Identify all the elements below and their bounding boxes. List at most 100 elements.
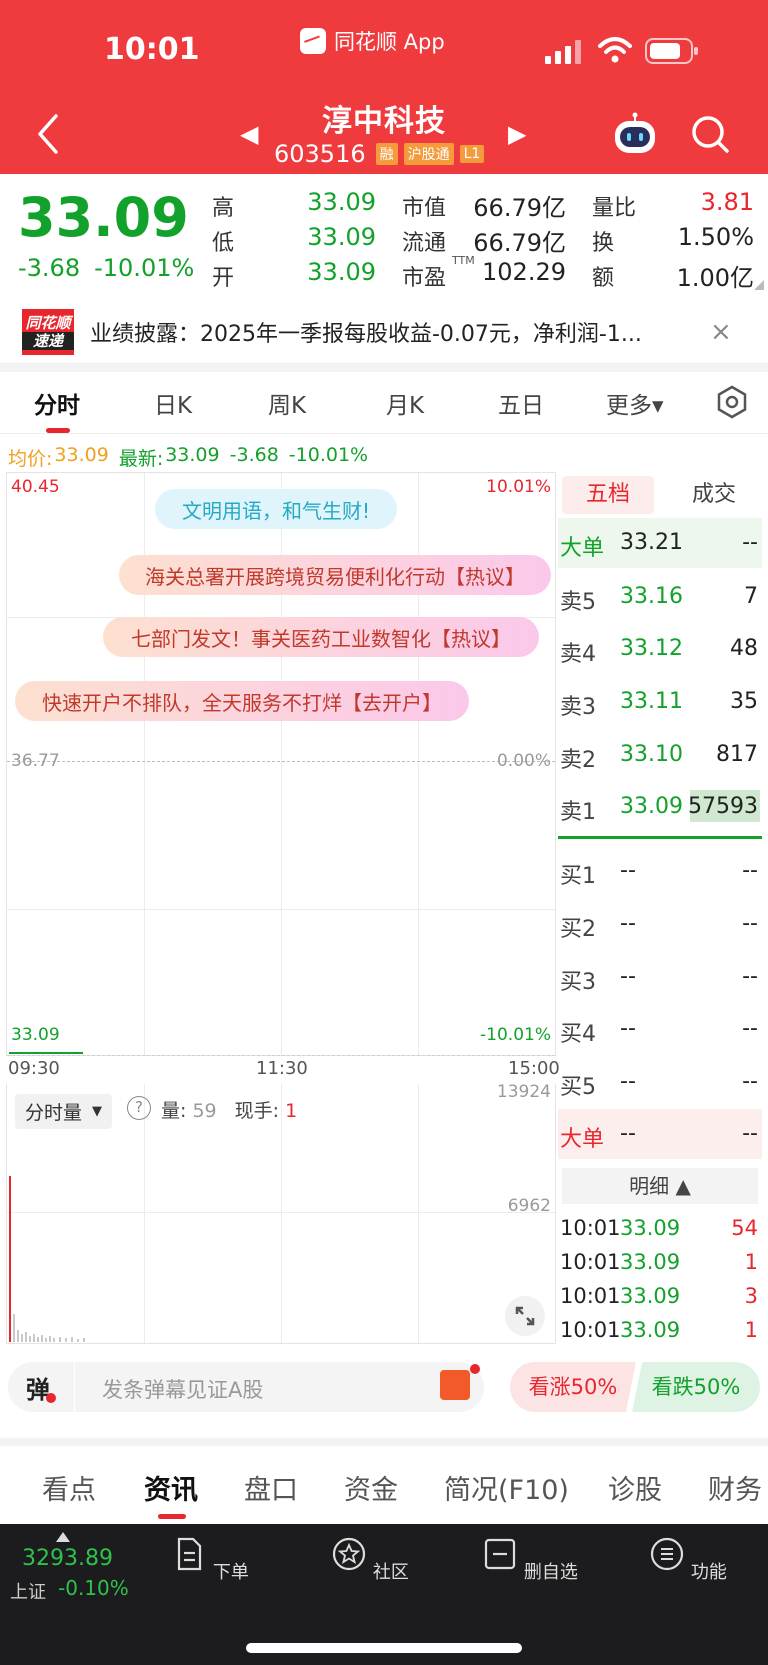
big-order-sell-row[interactable]: 大单 33.21 -- [558, 518, 762, 568]
volume-type-dropdown[interactable]: 分时量 ▼ [15, 1094, 113, 1129]
quote-panel[interactable]: 33.09 -3.68 -10.01% 高 33.09 低 33.09 开 33… [0, 174, 768, 300]
tab-more[interactable]: 更多▾ [606, 386, 664, 420]
previous-stock-arrow[interactable]: ◀ [240, 120, 258, 148]
ask-row-5[interactable]: 卖5 33.16 7 [558, 572, 762, 622]
ask-row-3[interactable]: 卖3 33.11 35 [558, 677, 762, 727]
trade-detail-toggle[interactable]: 明细 ▲ [562, 1168, 758, 1204]
danmu-bubble[interactable]: 快速开户不排队，全天服务不打烊【去开户】 [15, 681, 469, 721]
nav-functions-button[interactable]: 功能 [628, 1536, 748, 1584]
expand-corner-icon[interactable] [754, 280, 764, 290]
help-icon[interactable]: ? [127, 1096, 151, 1120]
pct-axis-bottom: -10.01% [480, 1025, 551, 1045]
trade-volume: 3 [744, 1284, 758, 1308]
bid-price: -- [620, 1016, 636, 1041]
danmu-toggle-icon[interactable]: 弹 [26, 1370, 56, 1405]
tab-intraday[interactable]: 分时 [34, 386, 80, 420]
tab-weekly-k[interactable]: 周K [268, 386, 306, 420]
tab-monthly-k[interactable]: 月K [386, 386, 424, 420]
notification-dot [470, 1364, 480, 1374]
level-tag: L1 [459, 145, 485, 163]
hexagon-settings-icon[interactable] [714, 384, 750, 420]
ask-price: 33.10 [620, 742, 683, 767]
nav-order-button[interactable]: 下单 [150, 1536, 270, 1584]
bid-row-1[interactable]: 买1 -- -- [558, 846, 762, 896]
volume-bars [13, 1314, 85, 1342]
bid-row-5[interactable]: 买5 -- -- [558, 1057, 762, 1107]
trade-volume: 54 [731, 1216, 758, 1240]
pct-axis-mid: 0.00% [496, 751, 551, 771]
time-axis-noon: 11:30 [256, 1058, 308, 1079]
bullish-vote-button[interactable]: 看涨50% [510, 1362, 636, 1412]
tab-daily-k[interactable]: 日K [154, 386, 192, 420]
big-order-price: 33.21 [620, 530, 683, 555]
danmu-bubble[interactable]: 海关总署开展跨境贸易便利化行动【热议】 [119, 555, 551, 595]
tab-diagnosis[interactable]: 诊股 [608, 1468, 662, 1507]
high-value: 33.09 [307, 188, 376, 216]
volume-chart[interactable]: 分时量 ▼ ? 量: 59 现手: 1 13924 6962 [6, 1082, 556, 1344]
trade-volume: 1 [744, 1318, 758, 1342]
tab-funds[interactable]: 资金 [344, 1468, 398, 1507]
bid-row-2[interactable]: 买2 -- -- [558, 899, 762, 949]
fullscreen-expand-icon[interactable] [505, 1296, 545, 1336]
order-book-tabs: 五档 成交 [558, 472, 762, 518]
tab-order-flow[interactable]: 盘口 [244, 1468, 298, 1507]
news-banner[interactable]: 同花顺 速递 业绩披露：2025年一季报每股收益-0.07元，净利润-1... … [0, 300, 768, 364]
bid-label: 买1 [560, 864, 596, 889]
divider [74, 1362, 75, 1412]
bid-row-3[interactable]: 买3 -- -- [558, 952, 762, 1002]
ask-volume: 57593 [688, 794, 758, 819]
ask-row-1[interactable]: 卖1 33.09 57593 [558, 782, 762, 832]
close-icon[interactable]: × [710, 317, 732, 347]
trade-volume: 1 [744, 1250, 758, 1274]
stock-header: 10:01 同花顺 App 淳中科技 ◀ ▶ 603516 融 沪股通 L1 [0, 0, 768, 174]
ask-volume: 7 [744, 584, 758, 609]
star-circle-icon [333, 1537, 366, 1571]
trade-time: 10:01 [560, 1250, 621, 1274]
bid-volume: -- [742, 1069, 758, 1094]
bearish-vote-button[interactable]: 看跌50% [632, 1362, 760, 1412]
danmu-input-bar[interactable]: 弹 发条弹幕见证A股 [8, 1362, 484, 1412]
chart-tabs: 分时 日K 周K 月K 五日 更多▾ [0, 372, 768, 434]
news-headline[interactable]: 业绩披露：2025年一季报每股收益-0.07元，净利润-1... [90, 316, 700, 348]
y-axis-bottom: 33.09 [11, 1025, 60, 1045]
index-value[interactable]: 3293.89 [22, 1546, 113, 1571]
bid-label: 买5 [560, 1075, 596, 1100]
latest-label: 最新: [118, 448, 164, 470]
order-book: 五档 成交 大单 33.21 -- 卖5 33.16 7 卖4 33.12 48… [558, 472, 762, 1342]
home-indicator[interactable] [246, 1643, 522, 1653]
search-icon[interactable] [690, 114, 730, 154]
tab-highlights[interactable]: 看点 [42, 1468, 96, 1507]
tab-financials[interactable]: 财务 [708, 1468, 762, 1507]
danmu-input-placeholder[interactable]: 发条弹幕见证A股 [102, 1374, 263, 1404]
amount-label: 额 [592, 266, 615, 291]
ask-row-4[interactable]: 卖4 33.12 48 [558, 624, 762, 674]
tab-trades[interactable]: 成交 [668, 476, 760, 514]
bid-row-4[interactable]: 买4 -- -- [558, 1004, 762, 1054]
app-switch-pill[interactable]: 同花顺 App [300, 26, 445, 56]
tab-five-levels[interactable]: 五档 [562, 476, 654, 514]
up-arrow-icon [56, 1532, 70, 1542]
next-stock-arrow[interactable]: ▶ [508, 120, 526, 148]
limit-down-line [7, 1055, 555, 1056]
big-order-label: 大单 [560, 1127, 605, 1152]
danmu-bubble[interactable]: 文明用语，和气生财! [155, 489, 397, 529]
float-cap-value: 66.79亿 [473, 229, 566, 257]
tab-f10[interactable]: 简况(F10) [444, 1468, 569, 1507]
ask-volume: 48 [730, 636, 758, 661]
volume-ratio-value: 3.81 [700, 188, 754, 216]
grid-vline [418, 1084, 419, 1343]
time-axis-open: 09:30 [8, 1058, 60, 1079]
nav-community-button[interactable]: 社区 [310, 1536, 430, 1584]
robot-assistant-icon[interactable] [612, 112, 658, 156]
intraday-chart[interactable]: 40.45 36.77 33.09 10.01% 0.00% -10.01% 文… [6, 472, 556, 1056]
volume-type-label: 分时量 [25, 1102, 83, 1124]
danmu-bubble[interactable]: 七部门发文！事关医药工业数智化【热议】 [103, 617, 539, 657]
avg-price-label: 均价: [8, 448, 53, 470]
big-order-buy-row[interactable]: 大单 -- -- [558, 1109, 762, 1159]
nav-remove-watchlist-button[interactable]: 删自选 [470, 1536, 590, 1584]
gift-icon[interactable] [440, 1370, 470, 1400]
tab-news[interactable]: 资讯 [144, 1468, 198, 1507]
ask-row-2[interactable]: 卖2 33.10 817 [558, 730, 762, 780]
tab-five-day[interactable]: 五日 [498, 386, 544, 420]
nav-label: 下单 [212, 1562, 249, 1583]
